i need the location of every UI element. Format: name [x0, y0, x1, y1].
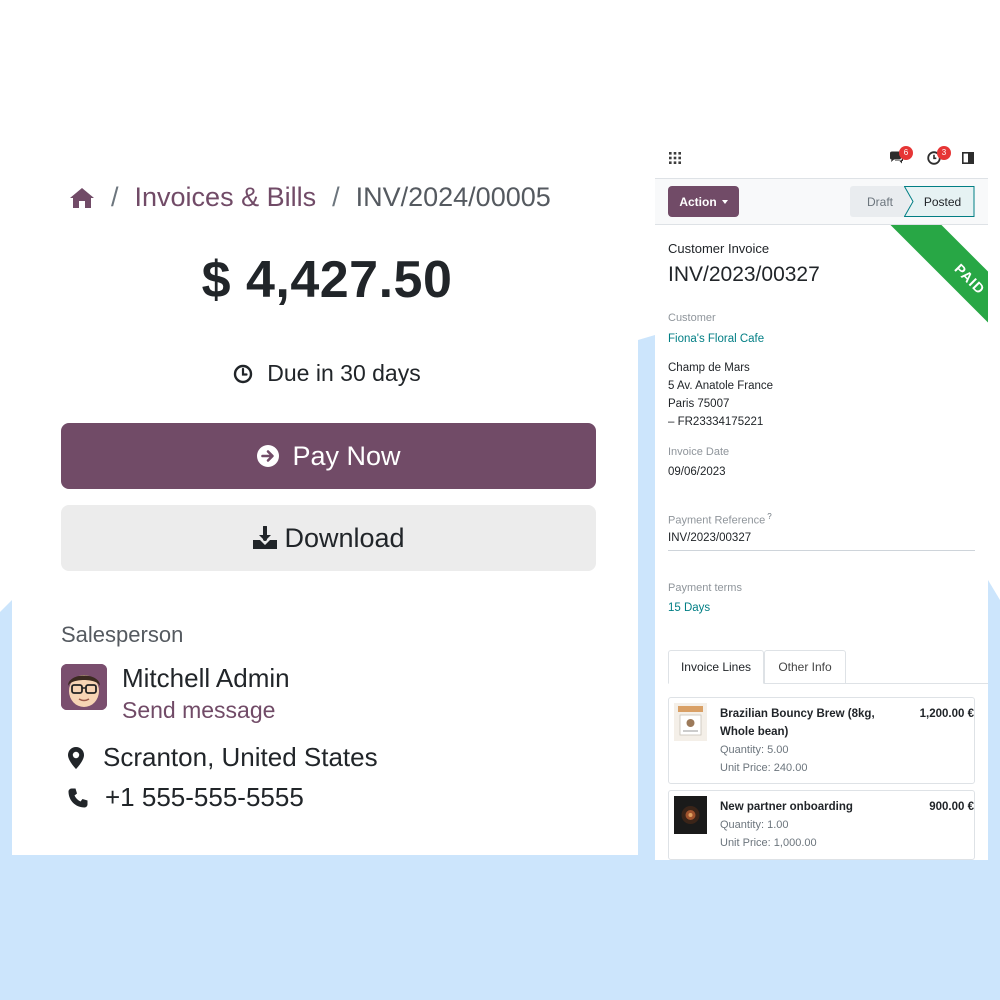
customer-address: Champ de Mars 5 Av. Anatole France Paris… — [668, 359, 773, 431]
download-button[interactable]: Download — [61, 505, 596, 571]
download-icon — [253, 526, 278, 549]
breadcrumb-current: INV/2024/00005 — [355, 182, 551, 212]
invoice-date-label: Invoice Date — [668, 446, 730, 458]
portal-invoice-panel: / Invoices & Bills / INV/2024/00005 $ 4,… — [12, 150, 638, 855]
line-product-name: Brazilian Bouncy Brew (8kg, Whole bean) — [720, 705, 875, 741]
invoice-line-card[interactable]: New partner onboarding 900.00 € Quantity… — [668, 790, 975, 860]
sidebar-toggle-icon[interactable] — [962, 152, 974, 164]
breadcrumb: / Invoices & Bills / INV/2024/00005 — [69, 182, 551, 213]
backend-invoice-form: 6 3 Action Draft Posted PAID Customer In… — [655, 135, 988, 860]
line-quantity: Quantity: 1.00 — [720, 819, 789, 831]
product-image — [674, 796, 707, 834]
tab-invoice-lines[interactable]: Invoice Lines — [668, 650, 764, 684]
payment-terms-field[interactable]: 15 Days — [668, 602, 710, 614]
top-navbar: 6 3 — [655, 135, 988, 179]
payment-terms-label: Payment terms — [668, 582, 742, 594]
line-subtotal: 1,200.00 € — [919, 708, 974, 720]
due-text: Due in 30 days — [267, 360, 421, 386]
control-panel: Action Draft Posted — [655, 179, 988, 225]
status-draft[interactable]: Draft — [850, 186, 910, 217]
send-message-link[interactable]: Send message — [122, 697, 275, 724]
line-product-name: New partner onboarding — [720, 801, 853, 813]
document-type: Customer Invoice — [668, 241, 770, 256]
paid-ribbon-text: PAID — [890, 225, 988, 348]
messages-badge: 6 — [899, 146, 913, 160]
salesperson-title: Salesperson — [61, 622, 184, 647]
product-image — [674, 703, 707, 741]
payment-reference-label-text: Payment Reference — [668, 514, 766, 527]
pay-now-label: Pay Now — [292, 440, 401, 471]
tab-other-info[interactable]: Other Info — [764, 650, 846, 684]
invoice-amount: $ 4,427.50 — [201, 251, 453, 309]
caret-down-icon — [721, 199, 728, 204]
payment-reference-input[interactable]: INV/2023/00327 — [668, 532, 975, 551]
phone-text: +1 555-555-5555 — [105, 782, 304, 812]
customer-link[interactable]: Fiona's Floral Cafe — [668, 333, 764, 345]
apps-menu-icon[interactable] — [669, 152, 681, 164]
arrow-circle-right-icon — [257, 445, 280, 467]
action-label: Action — [679, 194, 717, 209]
activities-menu[interactable]: 3 — [927, 146, 951, 170]
breadcrumb-separator: / — [111, 182, 119, 212]
notebook-tabs: Invoice Lines Other Info — [668, 650, 988, 684]
line-subtotal: 900.00 € — [929, 801, 974, 813]
activities-badge: 3 — [937, 146, 951, 160]
paid-ribbon: PAID — [865, 225, 988, 348]
document-name: INV/2023/00327 — [668, 263, 820, 286]
line-quantity: Quantity: 5.00 — [720, 744, 789, 756]
phone-icon — [68, 788, 88, 807]
invoice-line-card[interactable]: Brazilian Bouncy Brew (8kg, Whole bean) … — [668, 697, 975, 784]
map-marker-icon — [68, 746, 84, 769]
address-line: Champ de Mars — [668, 362, 750, 374]
home-icon[interactable] — [69, 186, 95, 210]
download-label: Download — [284, 522, 405, 553]
invoice-date-field[interactable]: 09/06/2023 — [668, 466, 726, 478]
customer-label: Customer — [668, 312, 716, 324]
line-product-name-1: Brazilian Bouncy Brew (8kg, — [720, 708, 875, 720]
location-text: Scranton, United States — [103, 742, 378, 772]
help-tooltip-icon[interactable]: ? — [767, 512, 771, 521]
payment-reference-label: Payment Reference? — [668, 512, 772, 527]
status-posted[interactable]: Posted — [910, 186, 975, 217]
line-unit-price: Unit Price: 240.00 — [720, 762, 808, 774]
pay-now-button[interactable]: Pay Now — [61, 423, 596, 489]
avatar — [61, 664, 107, 710]
address-line: – FR23334175221 — [668, 416, 764, 428]
line-unit-price: Unit Price: 1,000.00 — [720, 837, 817, 849]
line-product-name-2: Whole bean) — [720, 726, 789, 738]
salesperson-location: Scranton, United States — [67, 742, 378, 773]
salesperson-name: Mitchell Admin — [122, 663, 290, 693]
address-line: Paris 75007 — [668, 398, 730, 410]
due-info: Due in 30 days — [12, 360, 642, 387]
action-button[interactable]: Action — [668, 186, 739, 217]
breadcrumb-link-invoices[interactable]: Invoices & Bills — [135, 182, 317, 213]
messages-menu[interactable]: 6 — [889, 146, 913, 170]
status-bar: Draft Posted — [850, 186, 975, 217]
breadcrumb-separator: / — [332, 182, 340, 212]
salesperson-phone: +1 555-555-5555 — [67, 782, 304, 813]
address-line: 5 Av. Anatole France — [668, 380, 774, 392]
clock-icon — [234, 364, 253, 383]
